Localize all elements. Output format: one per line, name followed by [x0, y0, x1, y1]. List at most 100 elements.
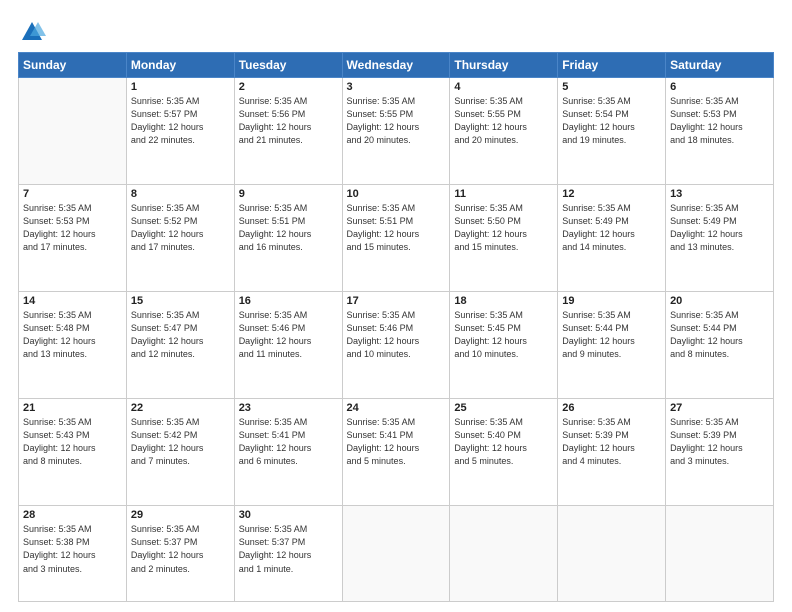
day-info: Sunrise: 5:35 AM Sunset: 5:46 PM Dayligh… [239, 309, 338, 361]
day-info: Sunrise: 5:35 AM Sunset: 5:37 PM Dayligh… [239, 523, 338, 575]
day-info: Sunrise: 5:35 AM Sunset: 5:38 PM Dayligh… [23, 523, 122, 575]
weekday-header-sunday: Sunday [19, 53, 127, 78]
page-header [18, 18, 774, 46]
day-info: Sunrise: 5:35 AM Sunset: 5:37 PM Dayligh… [131, 523, 230, 575]
day-info: Sunrise: 5:35 AM Sunset: 5:54 PM Dayligh… [562, 95, 661, 147]
calendar-cell: 9 Sunrise: 5:35 AM Sunset: 5:51 PM Daylig… [234, 185, 342, 292]
day-number: 30 [239, 509, 338, 521]
day-info: Sunrise: 5:35 AM Sunset: 5:49 PM Dayligh… [670, 202, 769, 254]
day-info: Sunrise: 5:35 AM Sunset: 5:42 PM Dayligh… [131, 416, 230, 468]
day-info: Sunrise: 5:35 AM Sunset: 5:44 PM Dayligh… [670, 309, 769, 361]
day-number: 3 [347, 81, 446, 93]
calendar-cell [666, 506, 774, 602]
calendar-cell: 30 Sunrise: 5:35 AM Sunset: 5:37 PM Dayli… [234, 506, 342, 602]
calendar-cell: 21 Sunrise: 5:35 AM Sunset: 5:43 PM Dayli… [19, 399, 127, 506]
weekday-header-friday: Friday [558, 53, 666, 78]
day-info: Sunrise: 5:35 AM Sunset: 5:47 PM Dayligh… [131, 309, 230, 361]
calendar-cell: 2 Sunrise: 5:35 AM Sunset: 5:56 PM Daylig… [234, 78, 342, 185]
calendar-cell: 19 Sunrise: 5:35 AM Sunset: 5:44 PM Dayli… [558, 292, 666, 399]
calendar-cell [558, 506, 666, 602]
calendar-week-row: 28 Sunrise: 5:35 AM Sunset: 5:38 PM Dayli… [19, 506, 774, 602]
calendar-week-row: 1 Sunrise: 5:35 AM Sunset: 5:57 PM Daylig… [19, 78, 774, 185]
day-number: 23 [239, 402, 338, 414]
calendar-cell: 12 Sunrise: 5:35 AM Sunset: 5:49 PM Dayli… [558, 185, 666, 292]
day-info: Sunrise: 5:35 AM Sunset: 5:46 PM Dayligh… [347, 309, 446, 361]
day-number: 25 [454, 402, 553, 414]
day-info: Sunrise: 5:35 AM Sunset: 5:50 PM Dayligh… [454, 202, 553, 254]
day-info: Sunrise: 5:35 AM Sunset: 5:56 PM Dayligh… [239, 95, 338, 147]
calendar-cell: 20 Sunrise: 5:35 AM Sunset: 5:44 PM Dayli… [666, 292, 774, 399]
day-info: Sunrise: 5:35 AM Sunset: 5:41 PM Dayligh… [239, 416, 338, 468]
day-info: Sunrise: 5:35 AM Sunset: 5:41 PM Dayligh… [347, 416, 446, 468]
logo-icon [18, 18, 46, 46]
day-number: 14 [23, 295, 122, 307]
calendar-cell: 3 Sunrise: 5:35 AM Sunset: 5:55 PM Daylig… [342, 78, 450, 185]
day-number: 6 [670, 81, 769, 93]
logo [18, 18, 50, 46]
day-info: Sunrise: 5:35 AM Sunset: 5:44 PM Dayligh… [562, 309, 661, 361]
day-number: 27 [670, 402, 769, 414]
calendar-cell: 5 Sunrise: 5:35 AM Sunset: 5:54 PM Daylig… [558, 78, 666, 185]
calendar-cell [342, 506, 450, 602]
calendar-week-row: 7 Sunrise: 5:35 AM Sunset: 5:53 PM Daylig… [19, 185, 774, 292]
calendar-cell: 28 Sunrise: 5:35 AM Sunset: 5:38 PM Dayli… [19, 506, 127, 602]
calendar-cell: 8Sunrise: 5:35 AM Sunset: 5:52 PM Daylig… [126, 185, 234, 292]
day-info: Sunrise: 5:35 AM Sunset: 5:45 PM Dayligh… [454, 309, 553, 361]
day-number: 17 [347, 295, 446, 307]
day-number: 11 [454, 188, 553, 200]
day-number: 5 [562, 81, 661, 93]
weekday-header-wednesday: Wednesday [342, 53, 450, 78]
calendar-cell: 4 Sunrise: 5:35 AM Sunset: 5:55 PM Daylig… [450, 78, 558, 185]
day-number: 12 [562, 188, 661, 200]
day-number: 19 [562, 295, 661, 307]
calendar-cell: 13 Sunrise: 5:35 AM Sunset: 5:49 PM Dayli… [666, 185, 774, 292]
day-info: Sunrise: 5:35 AM Sunset: 5:53 PM Dayligh… [670, 95, 769, 147]
day-number: 24 [347, 402, 446, 414]
day-number: 1 [131, 81, 230, 93]
calendar-cell: 27Sunrise: 5:35 AM Sunset: 5:39 PM Dayli… [666, 399, 774, 506]
calendar-cell: 26 Sunrise: 5:35 AM Sunset: 5:39 PM Dayli… [558, 399, 666, 506]
weekday-header-tuesday: Tuesday [234, 53, 342, 78]
day-info: Sunrise: 5:35 AM Sunset: 5:55 PM Dayligh… [454, 95, 553, 147]
day-number: 18 [454, 295, 553, 307]
calendar-cell: 14 Sunrise: 5:35 AM Sunset: 5:48 PM Dayli… [19, 292, 127, 399]
calendar-cell: 23 Sunrise: 5:35 AM Sunset: 5:41 PM Dayli… [234, 399, 342, 506]
day-info: Sunrise: 5:35 AM Sunset: 5:39 PM Dayligh… [562, 416, 661, 468]
day-number: 29 [131, 509, 230, 521]
day-number: 28 [23, 509, 122, 521]
day-info: Sunrise: 5:35 AM Sunset: 5:40 PM Dayligh… [454, 416, 553, 468]
calendar-cell [450, 506, 558, 602]
calendar-cell: 10Sunrise: 5:35 AM Sunset: 5:51 PM Dayli… [342, 185, 450, 292]
calendar-header-row: SundayMondayTuesdayWednesdayThursdayFrid… [19, 53, 774, 78]
day-info: Sunrise: 5:35 AM Sunset: 5:49 PM Dayligh… [562, 202, 661, 254]
day-number: 10 [347, 188, 446, 200]
calendar-cell: 11 Sunrise: 5:35 AM Sunset: 5:50 PM Dayli… [450, 185, 558, 292]
day-number: 13 [670, 188, 769, 200]
day-number: 2 [239, 81, 338, 93]
calendar-cell: 7 Sunrise: 5:35 AM Sunset: 5:53 PM Daylig… [19, 185, 127, 292]
day-info: Sunrise: 5:35 AM Sunset: 5:48 PM Dayligh… [23, 309, 122, 361]
weekday-header-saturday: Saturday [666, 53, 774, 78]
calendar-table: SundayMondayTuesdayWednesdayThursdayFrid… [18, 52, 774, 602]
calendar-cell: 17 Sunrise: 5:35 AM Sunset: 5:46 PM Dayli… [342, 292, 450, 399]
day-number: 7 [23, 188, 122, 200]
day-number: 26 [562, 402, 661, 414]
day-info: Sunrise: 5:35 AM Sunset: 5:53 PM Dayligh… [23, 202, 122, 254]
day-number: 15 [131, 295, 230, 307]
calendar-cell [19, 78, 127, 185]
day-info: Sunrise: 5:35 AM Sunset: 5:52 PM Dayligh… [131, 202, 230, 254]
day-number: 4 [454, 81, 553, 93]
calendar-cell: 24 Sunrise: 5:35 AM Sunset: 5:41 PM Dayli… [342, 399, 450, 506]
day-number: 22 [131, 402, 230, 414]
day-number: 21 [23, 402, 122, 414]
calendar-cell: 15 Sunrise: 5:35 AM Sunset: 5:47 PM Dayli… [126, 292, 234, 399]
day-info: Sunrise: 5:35 AM Sunset: 5:57 PM Dayligh… [131, 95, 230, 147]
calendar-week-row: 14 Sunrise: 5:35 AM Sunset: 5:48 PM Dayli… [19, 292, 774, 399]
calendar-cell: 18 Sunrise: 5:35 AM Sunset: 5:45 PM Dayli… [450, 292, 558, 399]
day-number: 20 [670, 295, 769, 307]
day-number: 9 [239, 188, 338, 200]
day-info: Sunrise: 5:35 AM Sunset: 5:55 PM Dayligh… [347, 95, 446, 147]
calendar-cell: 6 Sunrise: 5:35 AM Sunset: 5:53 PM Daylig… [666, 78, 774, 185]
day-info: Sunrise: 5:35 AM Sunset: 5:43 PM Dayligh… [23, 416, 122, 468]
day-info: Sunrise: 5:35 AM Sunset: 5:51 PM Dayligh… [239, 202, 338, 254]
